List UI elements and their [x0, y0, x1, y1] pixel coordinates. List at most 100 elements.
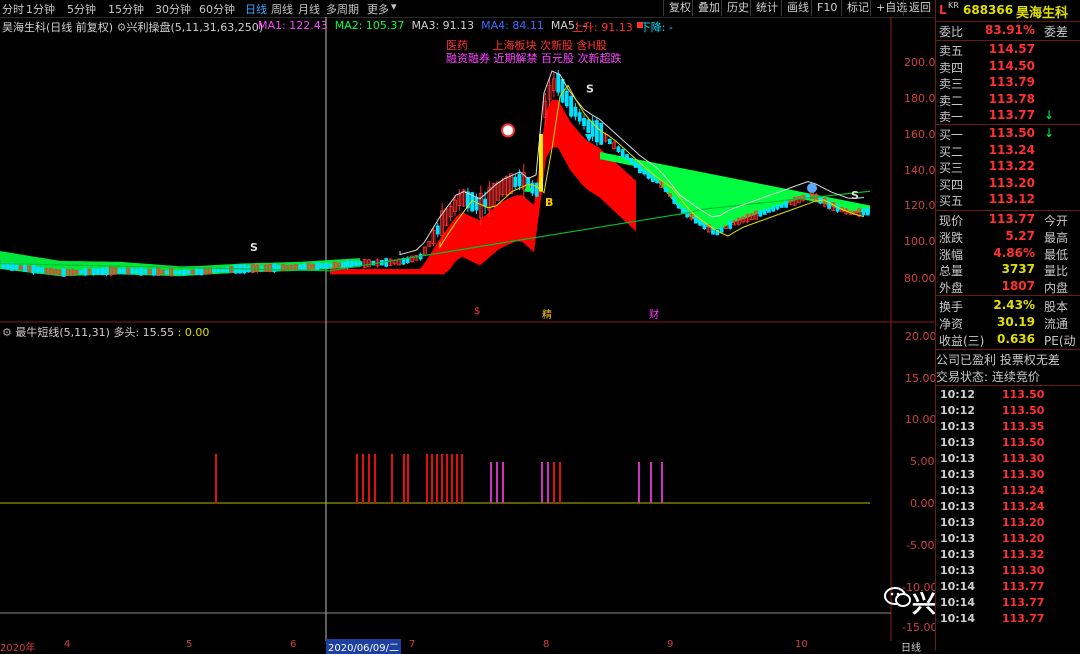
stat-row[interactable]: 涨幅 4.86% 最低	[936, 246, 1080, 262]
stat-row[interactable]: 净资 30.19 流通	[936, 315, 1080, 331]
stat-row[interactable]: 现价 113.77 今开	[936, 212, 1080, 228]
cursor-date: 2020/06/09/二	[326, 639, 402, 654]
axis-label: 160.0	[904, 128, 936, 141]
indicator-bar	[456, 454, 458, 503]
candle	[620, 149, 625, 157]
candle	[719, 227, 724, 233]
ask-row[interactable]: 卖二 113.78	[936, 92, 1080, 108]
tick-row: 10:13 113.50	[936, 436, 1080, 452]
row-label: 买二	[939, 144, 964, 159]
bid-row[interactable]: 买五 113.12	[936, 192, 1080, 208]
tab-fenshi[interactable]: 分时	[2, 1, 24, 17]
stat-row[interactable]: 总量 3737 量比	[936, 262, 1080, 278]
candle	[31, 264, 36, 274]
stat-row[interactable]: 外盘 1807 内盘	[936, 279, 1080, 295]
stat-row[interactable]: 换手 2.43% 股本	[936, 298, 1080, 314]
candle	[577, 112, 582, 122]
candle	[91, 268, 96, 275]
row-value: 113.50	[988, 126, 1035, 140]
sub-axis-label: 15.00	[905, 372, 937, 385]
event-mark[interactable]: $	[474, 306, 480, 317]
candle	[117, 268, 122, 274]
indicator-bar	[426, 454, 428, 503]
tab-multi-period[interactable]: 多周期	[326, 1, 359, 17]
indicator-bar	[215, 454, 217, 503]
signal-marker: B	[545, 196, 553, 209]
row-label: 外盘	[939, 281, 964, 296]
candle	[642, 169, 647, 175]
candle	[616, 146, 621, 152]
ask-row[interactable]: 卖一 113.77 ↓	[936, 108, 1080, 124]
back-button[interactable]: 返回	[903, 0, 936, 16]
tick-price: 113.24	[1002, 500, 1045, 513]
candle	[582, 117, 586, 127]
row-value: 3737	[1001, 262, 1035, 277]
tab-15min[interactable]: 15分钟	[108, 1, 144, 17]
tick-time: 10:14	[940, 612, 976, 625]
tick-time: 10:13	[940, 516, 976, 529]
tick-row: 10:13 113.20	[936, 516, 1080, 532]
stat-right-label: 最低	[1044, 247, 1069, 262]
tick-row: 10:14 113.77	[936, 612, 1080, 628]
indicator-bar	[638, 462, 640, 503]
stat-row[interactable]: 涨跌 5.27 最高	[936, 229, 1080, 245]
event-mark[interactable]: 精	[542, 306, 552, 321]
ask-row[interactable]: 卖三 113.79	[936, 75, 1080, 91]
tick-price: 113.77	[1002, 596, 1045, 609]
candle	[607, 138, 612, 145]
row-label: 卖五	[939, 44, 964, 58]
tab-30min[interactable]: 30分钟	[155, 1, 191, 17]
candlestick-chart[interactable]: S S S B	[0, 17, 935, 323]
bid-row[interactable]: 买三 113.22	[936, 159, 1080, 175]
candle	[513, 176, 518, 187]
event-mark[interactable]: 财	[649, 306, 659, 321]
tab-monthly[interactable]: 月线	[298, 1, 320, 17]
candle	[164, 270, 169, 274]
tick-row: 10:13 113.24	[936, 484, 1080, 500]
buy-signal-icon	[501, 123, 515, 138]
more-chevron-icon[interactable]: ▾	[391, 0, 397, 13]
candle	[216, 268, 221, 273]
stats-button[interactable]: 统计	[750, 0, 783, 16]
candle	[663, 187, 668, 192]
tick-row: 10:14 113.77	[936, 580, 1080, 596]
sub-axis-label: -5.00	[906, 539, 935, 552]
time-label: 5	[186, 639, 193, 650]
time-label: 6	[290, 639, 297, 650]
stat-row[interactable]: 收益(三) 0.636 PE(动	[936, 332, 1080, 348]
sub-axis-label: 10.00	[905, 413, 937, 426]
candle	[96, 268, 100, 275]
candle	[693, 216, 698, 224]
bid-row[interactable]: 买二 113.24	[936, 143, 1080, 159]
period-label[interactable]: 日线	[901, 639, 921, 654]
tab-daily[interactable]: 日线	[245, 1, 267, 17]
draw-button[interactable]: 画线	[781, 0, 814, 16]
tick-time: 10:12	[940, 388, 976, 401]
indicator-bar	[541, 462, 543, 503]
tick-time: 10:13	[940, 564, 976, 577]
indicator-chart[interactable]	[0, 323, 935, 641]
row-label: 卖四	[939, 60, 964, 75]
row-label: 卖一	[939, 110, 964, 124]
tick-row: 10:14 113.77	[936, 596, 1080, 612]
tab-5min[interactable]: 5分钟	[67, 1, 96, 17]
candle	[122, 268, 126, 274]
row-value: 114.50	[988, 58, 1035, 73]
stock-name: 昊海生科	[1016, 6, 1069, 21]
tab-1min[interactable]: 1分钟	[26, 1, 55, 17]
tab-60min[interactable]: 60分钟	[199, 1, 235, 17]
f10-button[interactable]: F10	[811, 0, 842, 16]
row-value: 5.27	[1005, 228, 1035, 243]
bid-row[interactable]: 买四 113.20	[936, 176, 1080, 192]
candle	[384, 258, 389, 267]
indicator-bar	[461, 454, 463, 503]
tick-price: 113.30	[1002, 468, 1045, 481]
bid-row[interactable]: 买一 113.50 ↓	[936, 126, 1080, 142]
indicator-bar	[451, 454, 453, 503]
indicator-bar	[368, 454, 370, 503]
tab-more[interactable]: 更多	[367, 1, 389, 17]
ask-row[interactable]: 卖五 114.57	[936, 42, 1080, 58]
tab-weekly[interactable]: 周线	[271, 1, 293, 17]
ask-row[interactable]: 卖四 114.50	[936, 59, 1080, 75]
indicator-bar	[441, 454, 443, 503]
